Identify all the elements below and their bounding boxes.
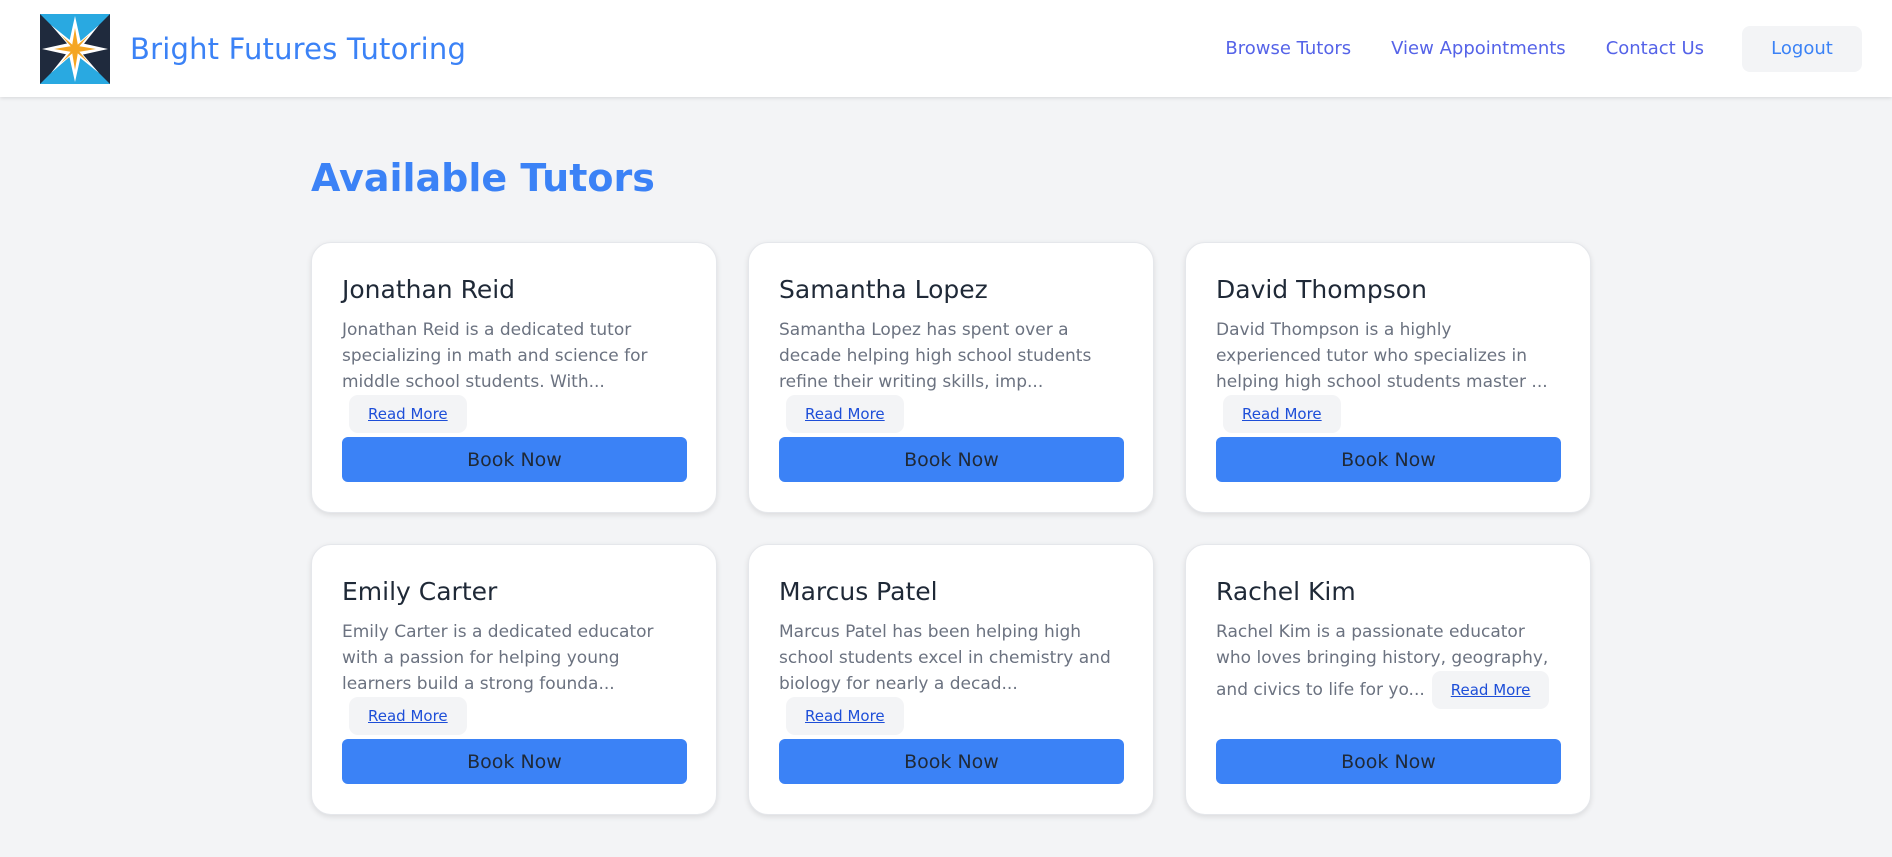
tutor-bio: Samantha Lopez has spent over a decade h… [779, 317, 1124, 433]
book-now-button[interactable]: Book Now [779, 739, 1124, 784]
read-more-link[interactable]: Read More [349, 395, 467, 433]
tutor-card: Jonathan Reid Jonathan Reid is a dedicat… [311, 242, 717, 513]
tutor-bio-text: Jonathan Reid is a dedicated tutor speci… [342, 320, 648, 392]
tutor-card: David Thompson David Thompson is a highl… [1185, 242, 1591, 513]
tutor-card: Marcus Patel Marcus Patel has been helpi… [748, 544, 1154, 815]
tutor-card: Emily Carter Emily Carter is a dedicated… [311, 544, 717, 815]
tutor-bio: Jonathan Reid is a dedicated tutor speci… [342, 317, 687, 433]
nav-view-appointments[interactable]: View Appointments [1391, 38, 1566, 59]
tutor-name: Marcus Patel [779, 577, 938, 606]
tutor-bio: Marcus Patel has been helping high schoo… [779, 619, 1124, 735]
nav-browse-tutors[interactable]: Browse Tutors [1225, 38, 1351, 59]
tutor-name: Rachel Kim [1216, 577, 1356, 606]
read-more-link[interactable]: Read More [1223, 395, 1341, 433]
book-now-button[interactable]: Book Now [342, 437, 687, 482]
tutor-bio-text: Marcus Patel has been helping high schoo… [779, 622, 1111, 694]
tutor-bio-text: Samantha Lopez has spent over a decade h… [779, 320, 1092, 392]
tutor-bio-text: David Thompson is a highly experienced t… [1216, 320, 1548, 392]
tutor-bio: David Thompson is a highly experienced t… [1216, 317, 1561, 433]
tutor-name: Emily Carter [342, 577, 498, 606]
top-navbar: Bright Futures Tutoring Browse Tutors Vi… [0, 0, 1892, 97]
tutor-grid: Jonathan Reid Jonathan Reid is a dedicat… [311, 242, 1591, 815]
book-now-button[interactable]: Book Now [1216, 437, 1561, 482]
page-title: Available Tutors [311, 156, 655, 200]
book-now-button[interactable]: Book Now [779, 437, 1124, 482]
book-now-button[interactable]: Book Now [1216, 739, 1561, 784]
main-nav: Browse Tutors View Appointments Contact … [1185, 25, 1862, 72]
read-more-link[interactable]: Read More [786, 395, 904, 433]
logout-button[interactable]: Logout [1742, 25, 1862, 72]
tutor-name: David Thompson [1216, 275, 1427, 304]
compass-star-icon[interactable] [40, 13, 110, 84]
read-more-link[interactable]: Read More [1431, 671, 1550, 709]
read-more-link[interactable]: Read More [786, 697, 904, 735]
book-now-button[interactable]: Book Now [342, 739, 687, 784]
tutor-name: Samantha Lopez [779, 275, 988, 304]
tutor-name: Jonathan Reid [342, 275, 516, 304]
brand-title[interactable]: Bright Futures Tutoring [130, 32, 466, 66]
read-more-link[interactable]: Read More [349, 697, 467, 735]
tutor-card: Samantha Lopez Samantha Lopez has spent … [748, 242, 1154, 513]
tutor-bio-text: Emily Carter is a dedicated educator wit… [342, 622, 654, 694]
tutor-bio: Emily Carter is a dedicated educator wit… [342, 619, 687, 735]
tutor-card: Rachel Kim Rachel Kim is a passionate ed… [1185, 544, 1591, 815]
tutor-bio: Rachel Kim is a passionate educator who … [1216, 619, 1561, 709]
nav-contact-us[interactable]: Contact Us [1606, 38, 1704, 59]
